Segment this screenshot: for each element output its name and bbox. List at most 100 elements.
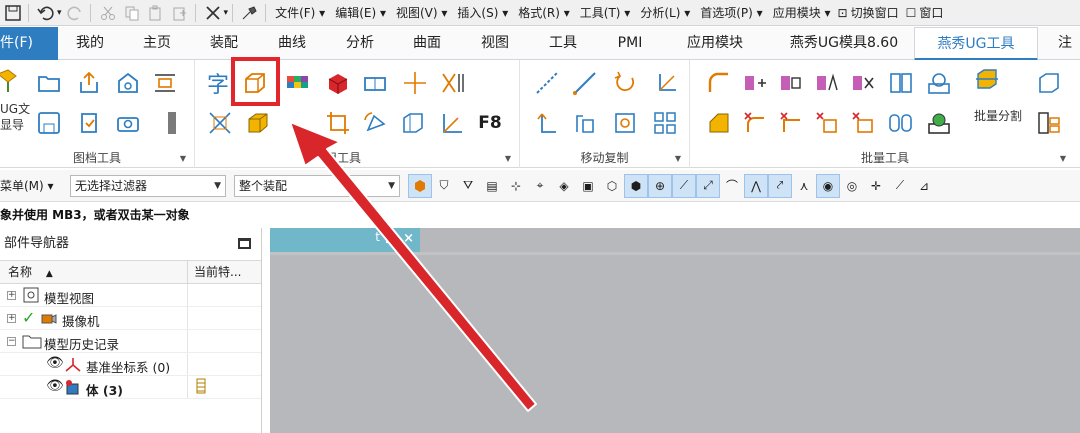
- assembly-filter-dropdown[interactable]: 整个装配 ▼: [234, 174, 400, 197]
- text-char-icon[interactable]: 字: [203, 68, 233, 98]
- tab-analysis[interactable]: 分析: [338, 27, 382, 60]
- block-icon[interactable]: [360, 68, 390, 98]
- line-points-icon[interactable]: [570, 68, 600, 98]
- menu-button[interactable]: 菜单(M) ▾: [0, 177, 64, 194]
- intersect-snap-icon[interactable]: ⋏: [792, 174, 816, 198]
- cross-snap-icon[interactable]: ✛: [864, 174, 888, 198]
- align-icon[interactable]: [150, 68, 180, 98]
- target-square-icon[interactable]: [610, 108, 640, 138]
- x-lines-icon[interactable]: [438, 68, 468, 98]
- tab-pmi[interactable]: PMI: [608, 27, 652, 60]
- restore-icon[interactable]: [386, 233, 396, 243]
- camera-icon[interactable]: [113, 108, 143, 138]
- ug-file-icon[interactable]: [0, 66, 22, 96]
- angle-icon[interactable]: [438, 108, 468, 138]
- cylinders-icon[interactable]: [886, 108, 916, 138]
- expand-icon[interactable]: +: [7, 291, 16, 300]
- menu-file[interactable]: 文件(F) ▾: [270, 2, 330, 24]
- axis-icon[interactable]: [652, 68, 682, 98]
- endpoint-snap-icon[interactable]: ⤢: [696, 173, 720, 198]
- graphics-window[interactable]: [270, 228, 1080, 433]
- edge-blend-icon[interactable]: [740, 108, 770, 138]
- tab-my[interactable]: 我的: [68, 27, 112, 60]
- tab-home[interactable]: 主页: [135, 27, 179, 60]
- remove-hole-icon[interactable]: [812, 108, 842, 138]
- tab-assembly[interactable]: 装配: [202, 27, 246, 60]
- polyline-snap-icon[interactable]: ⋀: [744, 173, 768, 198]
- tree-row[interactable]: + 模型视图: [0, 284, 261, 307]
- menu-application[interactable]: 应用模块 ▾: [768, 2, 836, 24]
- collapse-icon[interactable]: −: [7, 337, 16, 346]
- delete-icon[interactable]: [202, 2, 224, 24]
- center-point-icon[interactable]: ⊕: [648, 173, 672, 198]
- tab-curve[interactable]: 曲线: [270, 27, 314, 60]
- thin-wall-icon[interactable]: [398, 108, 428, 138]
- tree-row[interactable]: − 模型历史记录: [0, 330, 261, 353]
- save-file-icon[interactable]: [34, 108, 64, 138]
- tab-surface[interactable]: 曲面: [405, 27, 449, 60]
- window-menu-button[interactable]: 窗口: [916, 2, 946, 24]
- rotate-part-icon[interactable]: [360, 108, 390, 138]
- group-expand-icon[interactable]: ▼: [1060, 154, 1066, 163]
- menu-format[interactable]: 格式(R) ▾: [513, 2, 575, 24]
- eye-icon[interactable]: 👁: [46, 378, 64, 394]
- menu-edit[interactable]: 编辑(E) ▾: [330, 2, 391, 24]
- block-solid-icon[interactable]: [1034, 68, 1064, 98]
- f8-button[interactable]: F8: [475, 108, 505, 138]
- curve-snap-icon[interactable]: ⌒: [720, 174, 744, 198]
- trim-corner-icon[interactable]: [205, 108, 235, 138]
- filter-reset-icon[interactable]: ⛛: [456, 174, 480, 198]
- tab-yanxiu-tools[interactable]: 燕秀UG工具: [914, 27, 1038, 61]
- tab-more[interactable]: 注: [1050, 27, 1080, 60]
- save-icon[interactable]: [2, 2, 24, 24]
- open-folder-icon[interactable]: [34, 68, 64, 98]
- gray-bar-icon[interactable]: [157, 108, 187, 138]
- paste-special-icon[interactable]: [169, 2, 191, 24]
- delete-face-icon[interactable]: [848, 68, 878, 98]
- tab-yanxiu-mold[interactable]: 燕秀UG模具8.60: [774, 27, 914, 60]
- menu-analysis[interactable]: 分析(L) ▾: [635, 2, 695, 24]
- undo-dropdown-icon[interactable]: ▾: [57, 8, 62, 18]
- group-expand-icon[interactable]: ▼: [180, 154, 186, 163]
- snap-point-icon[interactable]: ◈: [552, 174, 576, 198]
- paste-icon[interactable]: [145, 2, 167, 24]
- bend-snap-icon[interactable]: ⤤: [768, 173, 792, 198]
- tab-tools[interactable]: 工具: [541, 27, 585, 60]
- remove-blend-icon[interactable]: [776, 108, 806, 138]
- export-icon[interactable]: [74, 68, 104, 98]
- eye-icon[interactable]: 👁: [46, 355, 64, 371]
- copy-icon[interactable]: [121, 2, 143, 24]
- redo-icon[interactable]: [64, 2, 86, 24]
- view-cube-icon[interactable]: ⬡: [600, 174, 624, 198]
- tab-file[interactable]: 件(F): [0, 27, 58, 60]
- quadrant-icon[interactable]: ◎: [840, 174, 864, 198]
- yellow-cube-icon[interactable]: [243, 108, 273, 138]
- green-part-icon[interactable]: [924, 108, 954, 138]
- hole-icon[interactable]: [924, 68, 954, 98]
- close-icon[interactable]: ×: [403, 231, 414, 246]
- tab-view[interactable]: 视图: [473, 27, 517, 60]
- layout-icon[interactable]: [1034, 108, 1064, 138]
- select-options-icon[interactable]: ⊹: [504, 174, 528, 198]
- tree-row[interactable]: 👁 体 (3): [0, 376, 261, 399]
- tangent-icon[interactable]: ⟋: [888, 174, 912, 198]
- body-select-icon[interactable]: ⬢: [624, 173, 648, 198]
- switch-window-button[interactable]: 切换窗口: [848, 2, 902, 24]
- snap-icon[interactable]: ⌖: [528, 174, 552, 198]
- menu-preferences[interactable]: 首选项(P) ▾: [695, 2, 767, 24]
- batch-split-icon[interactable]: [972, 64, 1002, 94]
- pin-icon[interactable]: ⊿: [912, 174, 936, 198]
- import-icon[interactable]: [74, 108, 104, 138]
- offset-face-icon[interactable]: [776, 68, 806, 98]
- color-palette-icon[interactable]: [283, 68, 313, 98]
- window-icon[interactable]: ☐: [906, 6, 917, 20]
- expand-icon[interactable]: +: [7, 314, 16, 323]
- red-cube-icon[interactable]: [323, 68, 353, 98]
- switch-window-icon[interactable]: ⊡: [838, 6, 848, 20]
- tree-row[interactable]: + ✓ 摄像机: [0, 307, 261, 330]
- menu-tools[interactable]: 工具(T) ▾: [575, 2, 636, 24]
- column-header-name[interactable]: 名称 ▲: [0, 261, 188, 283]
- camera-home-icon[interactable]: [113, 68, 143, 98]
- circle-center-icon[interactable]: ◉: [816, 173, 840, 198]
- grid-array-icon[interactable]: [650, 108, 680, 138]
